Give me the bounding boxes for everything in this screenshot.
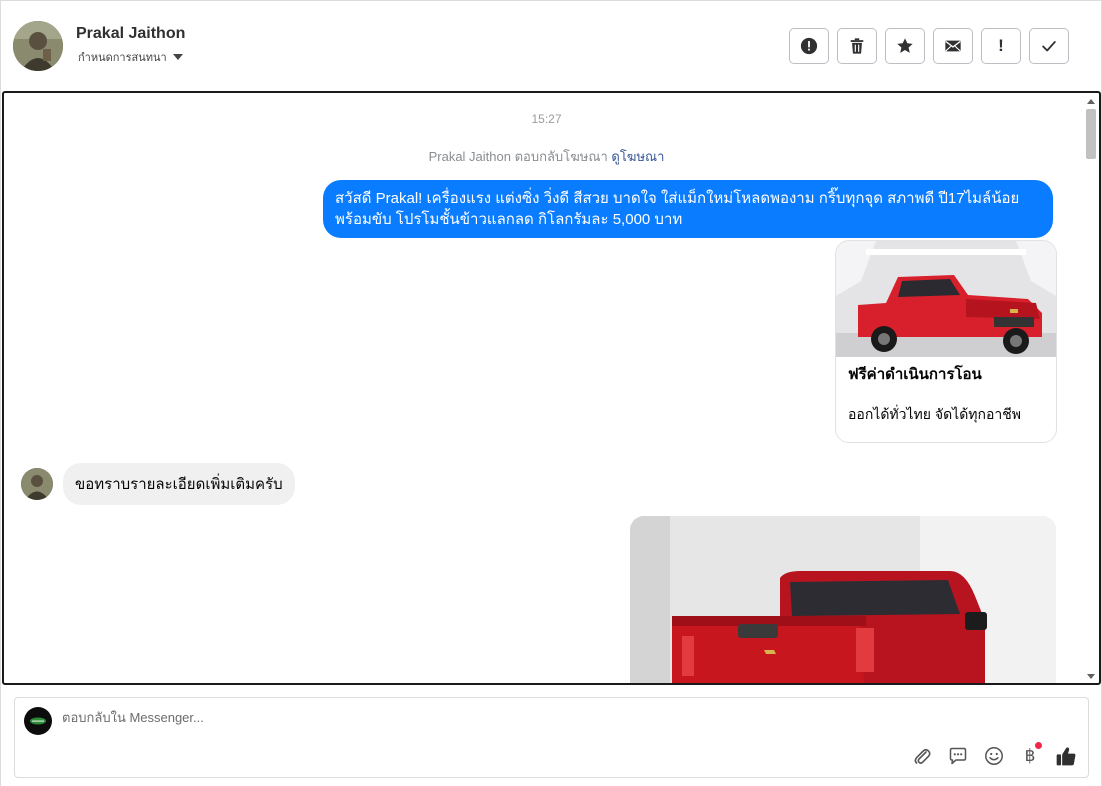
assign-conversation-dropdown[interactable]: กำหนดการสนทนา bbox=[78, 48, 183, 66]
paperclip-icon bbox=[914, 748, 931, 764]
composer-toolbar: ฿ bbox=[910, 742, 1078, 768]
saved-replies-button[interactable] bbox=[946, 744, 970, 768]
alert-circle-icon bbox=[800, 37, 818, 55]
red-pickup-truck-image bbox=[836, 241, 1056, 357]
report-button[interactable] bbox=[789, 28, 829, 64]
view-ad-link[interactable]: ดูโฆษณา bbox=[611, 149, 664, 164]
ad-reply-text: Prakal Jaithon ตอบกลับโฆษณา bbox=[428, 149, 608, 164]
scrollbar-thumb[interactable] bbox=[1086, 109, 1096, 159]
mark-unread-button[interactable] bbox=[933, 28, 973, 64]
delete-button[interactable] bbox=[837, 28, 877, 64]
ad-card-title: ฟรีค่าดำเนินการโอน bbox=[848, 366, 982, 383]
truck-photo-attachment[interactable] bbox=[630, 516, 1056, 683]
payment-button[interactable]: ฿ bbox=[1018, 742, 1042, 768]
star-icon bbox=[897, 38, 913, 53]
red-pickup-rear-image bbox=[630, 516, 1056, 683]
attach-button[interactable] bbox=[910, 744, 934, 768]
page-avatar bbox=[24, 707, 52, 735]
trash-icon bbox=[850, 38, 864, 54]
scroll-down-arrow-icon[interactable] bbox=[1087, 674, 1095, 679]
contact-avatar-small bbox=[21, 468, 53, 500]
scroll-up-arrow-icon[interactable] bbox=[1087, 99, 1095, 104]
envelope-icon bbox=[945, 40, 961, 52]
contact-name: Prakal Jaithon bbox=[76, 25, 186, 42]
assign-conversation-label: กำหนดการสนทนา bbox=[78, 52, 167, 64]
message-timestamp: 15:27 bbox=[531, 112, 562, 126]
like-button[interactable] bbox=[1054, 744, 1078, 768]
check-icon bbox=[1042, 41, 1056, 52]
reply-input[interactable] bbox=[62, 710, 662, 725]
ad-card[interactable]: ฟรีค่าดำเนินการโอน ออกได้ทั่วไทย จัดได้ท… bbox=[835, 240, 1057, 443]
emoji-icon bbox=[985, 747, 1003, 765]
notification-dot bbox=[1035, 742, 1042, 749]
caret-down-icon bbox=[172, 54, 183, 60]
baht-icon: ฿ bbox=[1024, 746, 1036, 765]
thumbs-up-icon bbox=[1056, 747, 1076, 766]
messenger-inbox: Prakal Jaithon กำหนดการสนทนา ! 15:27 Pra… bbox=[0, 0, 1102, 786]
ad-reply-notice: Prakal Jaithon ตอบกลับโฆษณา ดูโฆษณา bbox=[4, 146, 1089, 167]
ad-card-subtitle: ออกได้ทั่วไทย จัดได้ทุกอาชีพ bbox=[848, 406, 1022, 422]
star-button[interactable] bbox=[885, 28, 925, 64]
mark-done-button[interactable] bbox=[1029, 28, 1069, 64]
reply-composer: ฿ bbox=[14, 697, 1089, 778]
conversation-actions: ! bbox=[789, 28, 1069, 64]
saved-reply-icon bbox=[949, 747, 967, 765]
outgoing-message[interactable]: สวัสดี Prakal! เครื่องแรง แต่งซิ่ง วิ่งด… bbox=[323, 180, 1053, 238]
thread-scrollbar[interactable] bbox=[1084, 95, 1097, 681]
mark-important-button[interactable]: ! bbox=[981, 28, 1021, 64]
contact-avatar[interactable] bbox=[13, 21, 63, 71]
conversation-header: Prakal Jaithon กำหนดการสนทนา ! bbox=[1, 1, 1101, 91]
message-thread[interactable]: 15:27 Prakal Jaithon ตอบกลับโฆษณา ดูโฆษณ… bbox=[2, 91, 1101, 685]
incoming-message[interactable]: ขอทราบรายละเอียดเพิ่มเติมครับ bbox=[63, 463, 295, 505]
emoji-button[interactable] bbox=[982, 744, 1006, 768]
exclamation-icon: ! bbox=[998, 36, 1004, 55]
page-logo-icon bbox=[30, 717, 46, 725]
